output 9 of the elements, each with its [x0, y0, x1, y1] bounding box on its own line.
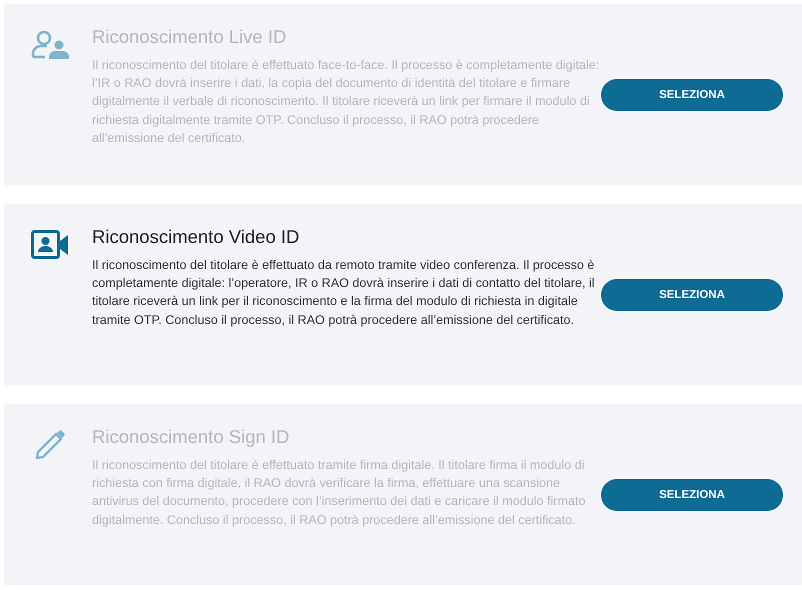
video-camera-icon — [31, 230, 69, 260]
option-description: Il riconoscimento del titolare è effettuato tramite firma digitale. Il titolare firma il modulo di richiesta con firma digitale, il RAO dovrà verificare la firma, effettuare una scansione antivirus del documento, procedere con l’inserimento dei dati e caricare il modulo firmato digitalmente. Concluso il processo, il RAO potrà procedere all’emissione del certificato. — [92, 457, 586, 529]
option-title: Riconoscimento Sign ID — [92, 426, 290, 448]
option-title: Riconoscimento Video ID — [92, 226, 300, 248]
select-button[interactable]: SELEZIONA — [601, 278, 783, 310]
option-description: Il riconoscimento del titolare è effettuato da remoto tramite video conferenza. Il processo è completamente digitale: l’operatore, IR o RAO dovrà inserire i dati di contatto del titolare, il titolare riceverà un link per il riconoscimento e la firma del modulo di richiesta in digitale tramite OTP. Concluso il processo, il RAO potrà procedere all’emissione del certificato. — [92, 257, 596, 329]
option-title: Riconoscimento Live ID — [92, 26, 288, 48]
option-description: Il riconoscimento del titolare è effettuato face-to-face. Il processo è completamente digitale: l’IR o RAO dovrà inserire i dati, la copia del documento di identità del titolare e firmare digitalmente il verbale di riconoscimento. Il titolare riceverà un link per firmare il modulo di richiesta digitalmente tramite OTP. Concluso il processo, il RAO potrà procedere all’emissione del certificato. — [92, 57, 600, 147]
person-icon — [31, 30, 69, 60]
